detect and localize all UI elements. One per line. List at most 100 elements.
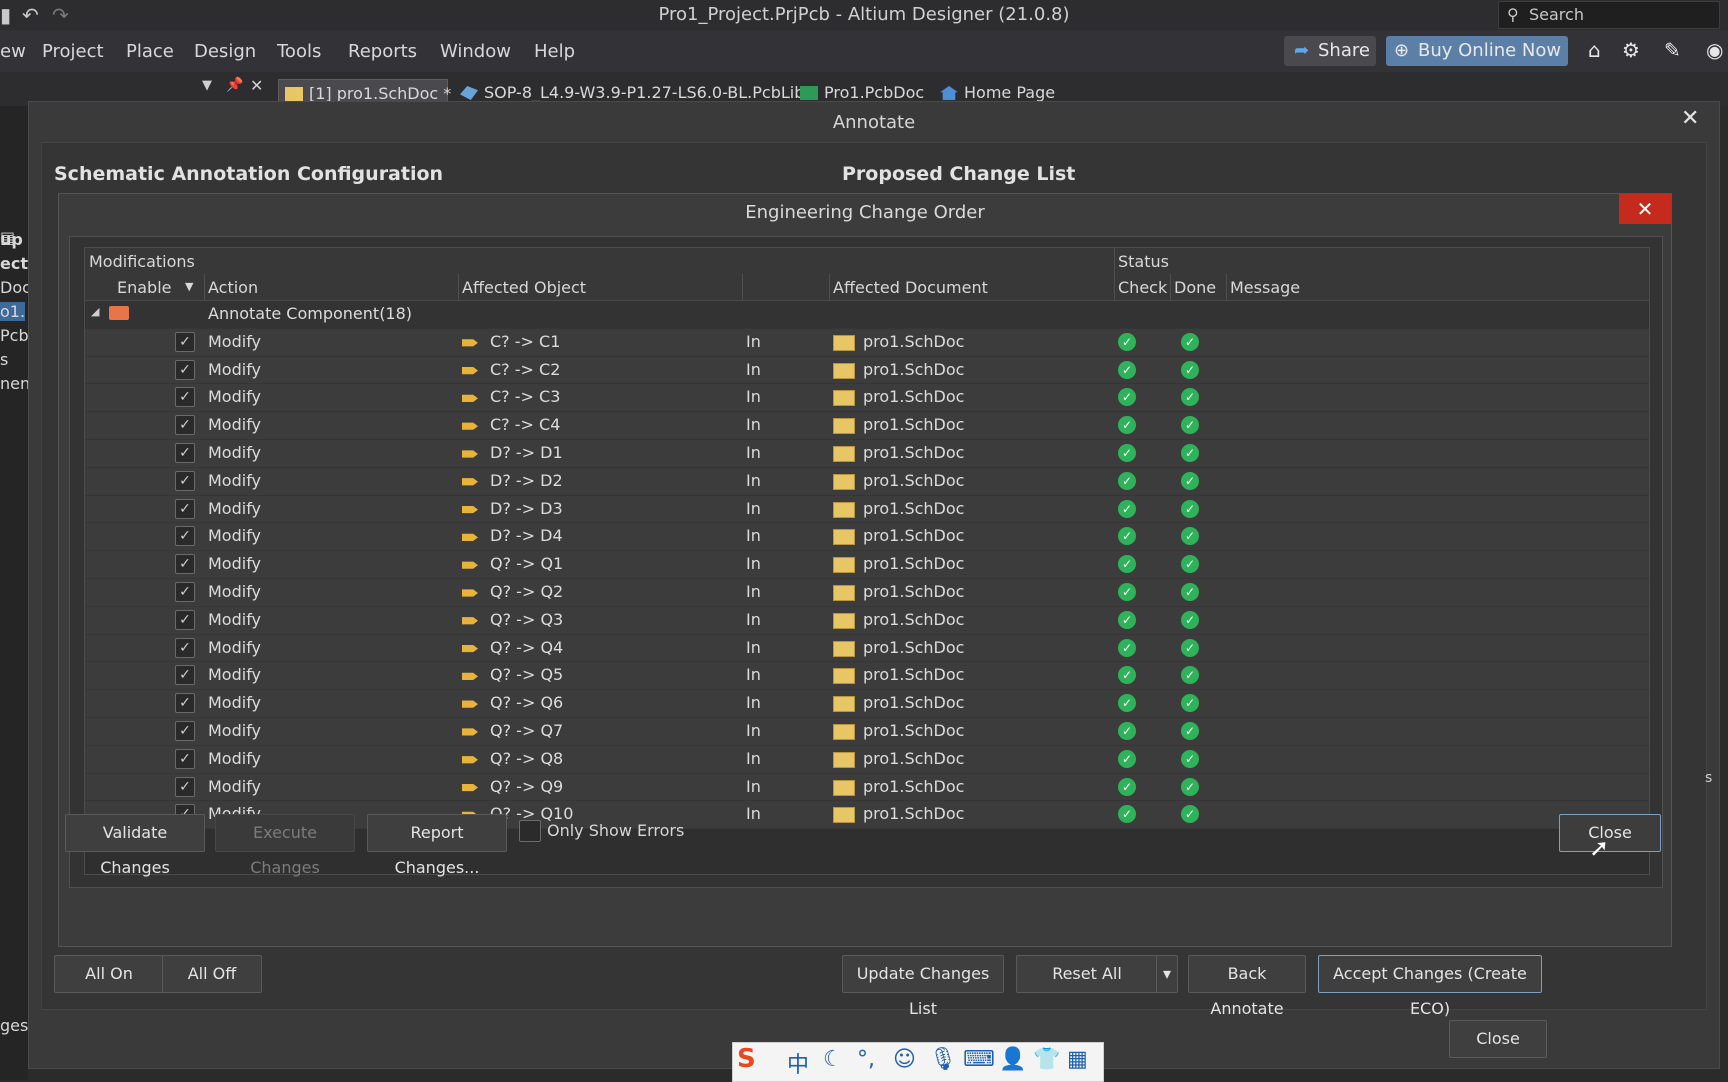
accept-changes-button[interactable]: Accept Changes (Create ECO) xyxy=(1318,955,1542,1018)
table-row[interactable]: ✓ Modify Q? -> Q1 In pro1.SchDoc ✓ ✓ xyxy=(85,551,1649,579)
enable-checkbox[interactable]: ✓ xyxy=(175,387,195,408)
table-row[interactable]: ✓ Modify C? -> C4 In pro1.SchDoc ✓ ✓ xyxy=(85,412,1649,440)
schdoc-icon xyxy=(833,640,855,657)
enable-checkbox[interactable]: ✓ xyxy=(175,776,195,797)
header-enable[interactable]: Enable xyxy=(117,278,172,297)
schdoc-icon xyxy=(833,362,855,379)
keyboard-icon[interactable]: ⌨ xyxy=(963,1047,995,1072)
header-check[interactable]: Check xyxy=(1118,278,1167,297)
annotate-close-icon[interactable]: ✕ xyxy=(1681,106,1699,131)
home-icon[interactable]: ⌂ xyxy=(1588,38,1601,62)
buy-online-button[interactable]: ⊕ Buy Online Now xyxy=(1386,36,1568,66)
enable-checkbox[interactable]: ✓ xyxy=(175,415,195,436)
table-row[interactable]: ✓ Modify Q? -> Q5 In pro1.SchDoc ✓ ✓ xyxy=(85,662,1649,691)
table-row[interactable]: ✓ Modify Q? -> Q2 In pro1.SchDoc ✓ ✓ xyxy=(85,578,1649,607)
enable-checkbox[interactable]: ✓ xyxy=(175,581,195,602)
search-placeholder: Search xyxy=(1529,5,1584,24)
menu-reports[interactable]: Reports xyxy=(348,41,417,62)
enable-checkbox[interactable]: ✓ xyxy=(175,748,195,769)
search-box[interactable]: ⚲ Search xyxy=(1498,1,1720,29)
enable-checkbox[interactable]: ✓ xyxy=(175,470,195,491)
table-row[interactable]: ✓ Modify Q? -> Q8 In pro1.SchDoc ✓ ✓ xyxy=(85,745,1649,774)
table-row[interactable]: ✓ Modify D? -> D2 In pro1.SchDoc ✓ ✓ xyxy=(85,467,1649,496)
table-row[interactable]: ✓ Modify D? -> D4 In pro1.SchDoc ✓ ✓ xyxy=(85,523,1649,552)
enable-checkbox[interactable]: ✓ xyxy=(175,331,195,352)
notifications-icon[interactable]: ✎ xyxy=(1664,38,1681,62)
table-row[interactable]: ✓ Modify Q? -> Q9 In pro1.SchDoc ✓ ✓ xyxy=(85,773,1649,802)
validate-changes-button[interactable]: Validate Changes xyxy=(65,814,205,877)
table-row[interactable]: ✓ Modify Q? -> Q7 In pro1.SchDoc ✓ ✓ xyxy=(85,717,1649,746)
reset-all-dropdown-icon[interactable]: ▾ xyxy=(1156,955,1178,993)
enable-checkbox[interactable]: ✓ xyxy=(175,720,195,741)
share-button[interactable]: ➦ Share xyxy=(1284,36,1376,66)
grid-rows: ◢ Annotate Component(18) ✓ Modify C? -> C1… xyxy=(85,301,1649,830)
user-icon[interactable]: 👤 xyxy=(999,1047,1026,1072)
done-ok-icon: ✓ xyxy=(1181,416,1199,435)
menu-design[interactable]: Design xyxy=(194,41,256,62)
menu-tools[interactable]: Tools xyxy=(277,41,321,62)
account-icon[interactable]: ◉ xyxy=(1706,38,1723,62)
enable-checkbox[interactable]: ✓ xyxy=(175,359,195,380)
back-annotate-button[interactable]: Back Annotate xyxy=(1188,955,1306,1018)
update-changes-list-button[interactable]: Update Changes List xyxy=(842,955,1004,1018)
only-show-errors-checkbox[interactable] xyxy=(519,820,541,842)
menu-project[interactable]: Project xyxy=(42,41,104,62)
emoji-icon[interactable]: ☺ xyxy=(893,1047,916,1072)
group-row[interactable]: ◢ Annotate Component(18) xyxy=(85,301,1649,329)
table-row[interactable]: ✓ Modify D? -> D1 In pro1.SchDoc ✓ ✓ xyxy=(85,439,1649,468)
header-separator xyxy=(1226,274,1227,300)
annotate-close-button[interactable]: Close xyxy=(1449,1020,1547,1058)
enable-checkbox[interactable]: ✓ xyxy=(175,526,195,547)
enable-checkbox[interactable]: ✓ xyxy=(175,665,195,686)
header-affected-object[interactable]: Affected Object xyxy=(462,278,586,297)
menu-help[interactable]: Help xyxy=(534,41,575,62)
component-icon xyxy=(462,561,478,569)
gear-icon[interactable]: ⚙ xyxy=(1622,38,1640,62)
pin-icon[interactable]: 📌 xyxy=(226,77,243,93)
punct-icon[interactable]: °, xyxy=(857,1047,875,1072)
component-icon xyxy=(462,700,478,708)
panel-close-icon[interactable]: ✕ xyxy=(250,76,263,95)
microphone-icon[interactable]: 🎙 xyxy=(929,1047,957,1072)
panel-fragment-selected[interactable]: o1. xyxy=(0,302,26,321)
enable-checkbox[interactable]: ✓ xyxy=(175,442,195,463)
sogou-logo-icon[interactable]: S xyxy=(737,1044,756,1074)
table-row[interactable]: ✓ Modify Q? -> Q6 In pro1.SchDoc ✓ ✓ xyxy=(85,690,1649,718)
execute-changes-button[interactable]: Execute Changes xyxy=(215,814,355,877)
object-cell: Q? -> Q6 xyxy=(490,693,564,713)
enable-checkbox[interactable]: ✓ xyxy=(175,637,195,658)
table-row[interactable]: ✓ Modify D? -> D3 In pro1.SchDoc ✓ ✓ xyxy=(85,495,1649,524)
header-done[interactable]: Done xyxy=(1174,278,1216,297)
report-changes-button[interactable]: Report Changes... xyxy=(367,814,507,877)
eco-close-button[interactable]: Close xyxy=(1559,814,1661,852)
all-off-button[interactable]: All Off xyxy=(162,955,262,993)
table-row[interactable]: ✓ Modify C? -> C1 In pro1.SchDoc ✓ ✓ xyxy=(85,328,1649,357)
header-action[interactable]: Action xyxy=(208,278,258,297)
reset-all-button[interactable]: Reset All xyxy=(1016,955,1158,993)
panel-menu-icon[interactable]: ▼ xyxy=(202,78,212,93)
enable-checkbox[interactable]: ✓ xyxy=(175,498,195,519)
apps-icon[interactable]: ▦ xyxy=(1067,1047,1088,1072)
table-row[interactable]: ✓ Modify Q? -> Q3 In pro1.SchDoc ✓ ✓ xyxy=(85,606,1649,635)
enable-checkbox[interactable]: ✓ xyxy=(175,554,195,575)
menu-place[interactable]: Place xyxy=(126,41,174,62)
ime-mode-char[interactable]: 中 xyxy=(787,1047,809,1079)
eco-close-icon[interactable]: ✕ xyxy=(1619,194,1671,224)
enable-filter-icon[interactable]: ▼ xyxy=(185,280,193,293)
all-on-button[interactable]: All On xyxy=(54,955,164,993)
table-row[interactable]: ✓ Modify Q? -> Q4 In pro1.SchDoc ✓ ✓ xyxy=(85,634,1649,663)
skin-icon[interactable]: 👕 xyxy=(1033,1047,1060,1072)
table-row[interactable]: ✓ Modify C? -> C3 In pro1.SchDoc ✓ ✓ xyxy=(85,384,1649,413)
check-ok-icon: ✓ xyxy=(1118,443,1136,462)
menu-window[interactable]: Window xyxy=(440,41,511,62)
table-row[interactable]: ✓ Modify C? -> C2 In pro1.SchDoc ✓ ✓ xyxy=(85,356,1649,385)
schdoc-icon xyxy=(833,751,855,768)
header-affected-document[interactable]: Affected Document xyxy=(833,278,988,297)
enable-checkbox[interactable]: ✓ xyxy=(175,609,195,630)
panel-fragment: ect. xyxy=(0,254,28,273)
collapse-icon[interactable]: ◢ xyxy=(91,305,99,318)
moon-icon[interactable]: ☾ xyxy=(823,1047,843,1072)
enable-checkbox[interactable]: ✓ xyxy=(175,693,195,714)
header-message[interactable]: Message xyxy=(1230,278,1300,297)
menu-view[interactable]: ew xyxy=(0,41,26,62)
